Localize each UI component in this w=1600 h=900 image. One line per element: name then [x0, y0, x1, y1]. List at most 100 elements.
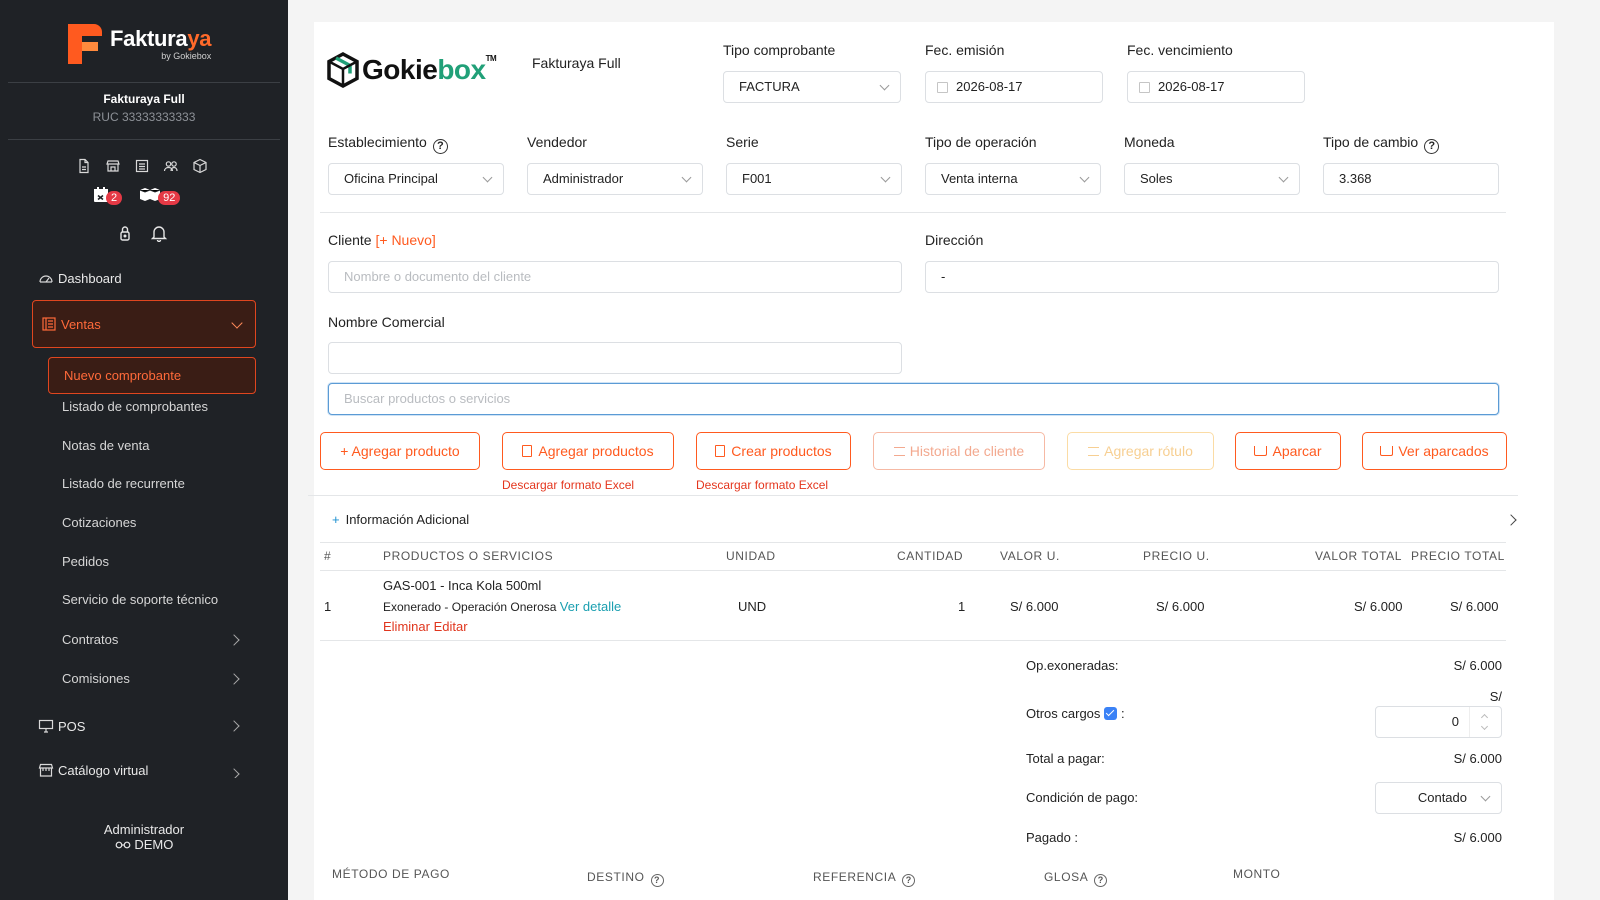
sidebar-item-catalogo-virtual[interactable]: Catálogo virtual [0, 762, 288, 778]
row-valor-total: S/ 6.000 [1354, 599, 1403, 614]
otros-cargos-checkbox[interactable] [1104, 707, 1118, 720]
otros-cargos-stepper[interactable]: 0 [1375, 706, 1502, 738]
table-divider [320, 542, 1506, 543]
sidebar-item-label: POS [58, 718, 86, 734]
moneda-select[interactable]: Soles [1124, 163, 1300, 195]
descargar-excel-link[interactable]: Descargar formato Excel [502, 478, 634, 492]
fakturaya-logo-icon [68, 24, 102, 64]
fecha-emision-input[interactable]: 2026-08-17 [925, 71, 1103, 103]
ledger-icon [41, 317, 57, 331]
condicion-pago-select[interactable]: Contado [1375, 782, 1502, 814]
help-icon[interactable]: ? [1424, 139, 1440, 154]
shop-icon [38, 763, 54, 777]
cliente-label: Cliente [+ Nuevo] [328, 232, 436, 248]
sidebar-item-cotizaciones[interactable]: Cotizaciones [0, 511, 288, 535]
col-header-referencia: REFERENCIA? [813, 870, 916, 887]
user-name: Administrador [103, 822, 185, 837]
aparcar-button[interactable]: Aparcar [1235, 432, 1341, 470]
direccion-label: Dirección [925, 232, 984, 248]
ver-detalle-link[interactable]: Ver detalle [560, 599, 621, 614]
help-icon[interactable]: ? [432, 139, 448, 154]
quick-access-icons [76, 158, 208, 174]
agregar-rotulo-button[interactable]: Agregar rótulo [1067, 432, 1214, 470]
tipo-cambio-input[interactable]: 3.368 [1323, 163, 1499, 195]
sidebar-item-contratos[interactable]: Contratos [0, 628, 288, 652]
total-pagar-value: S/ 6.000 [1453, 751, 1502, 766]
plan-name: Fakturaya Full [532, 55, 621, 71]
col-header-valor-total: VALOR TOTAL [1315, 549, 1403, 563]
chevron-down-icon [1480, 791, 1491, 802]
chevron-right-icon[interactable] [1505, 514, 1517, 526]
tipo-operacion-label: Tipo de operación [925, 134, 1037, 150]
tipo-comprobante-select[interactable]: FACTURA [723, 71, 901, 103]
establecimiento-select[interactable]: Oficina Principal [328, 163, 504, 195]
chevron-right-icon [228, 768, 240, 778]
sidebar-item-nuevo-comprobante[interactable]: Nuevo comprobante [48, 357, 256, 394]
document-icon[interactable] [76, 158, 92, 174]
agregar-producto-button[interactable]: + Agregar producto [320, 432, 480, 470]
moneda-label: Moneda [1124, 134, 1175, 150]
establecimiento-label: Establecimiento? [328, 134, 448, 154]
col-header-index: # [324, 549, 332, 563]
descargar-excel-link[interactable]: Descargar formato Excel [696, 478, 828, 492]
editar-link[interactable]: Editar [434, 619, 468, 634]
current-user[interactable]: Administrador DEMO [0, 822, 288, 852]
sidebar-item-comisiones[interactable]: Comisiones [0, 667, 288, 691]
sidebar-item-pedidos[interactable]: Pedidos [0, 550, 288, 574]
list-icon[interactable] [134, 158, 150, 173]
informacion-adicional-toggle[interactable]: + Información Adicional [332, 512, 469, 527]
calendar-badge-group[interactable]: 2 [92, 186, 123, 209]
boxes-badge-group[interactable]: 92 [138, 186, 181, 209]
buscar-productos-input[interactable]: Buscar productos o servicios [328, 383, 1499, 415]
crear-productos-button[interactable]: Crear productos [696, 432, 851, 470]
user-actions [118, 224, 168, 247]
sidebar-item-pos[interactable]: POS [0, 714, 288, 738]
chevron-down-icon [681, 172, 692, 183]
lock-icon[interactable] [118, 224, 132, 247]
sidebar-item-listado-recurrente[interactable]: Listado de recurrente [0, 472, 288, 496]
arrow-up-icon[interactable] [1480, 713, 1489, 722]
arrow-down-icon[interactable] [1480, 722, 1489, 731]
agregar-productos-button[interactable]: Agregar productos [502, 432, 674, 470]
sidebar-divider [8, 139, 280, 140]
cart-icon [1380, 446, 1394, 456]
tipo-operacion-select[interactable]: Venta interna [925, 163, 1101, 195]
bell-icon[interactable] [150, 224, 168, 247]
sidebar-item-dashboard[interactable]: Dashboard [0, 266, 288, 290]
help-icon[interactable]: ? [902, 874, 916, 887]
col-header-glosa: GLOSA? [1044, 870, 1108, 887]
fakturaya-logo[interactable]: Fakturaya by Gokiebox [68, 24, 212, 64]
col-header-unidad: UNIDAD [726, 549, 776, 563]
sidebar-item-soporte-tecnico[interactable]: Servicio de soporte técnico [0, 588, 288, 612]
vendedor-select[interactable]: Administrador [527, 163, 703, 195]
sidebar-item-listado-comprobantes[interactable]: Listado de comprobantes [0, 395, 288, 419]
file-icon [715, 445, 726, 457]
store-icon[interactable] [105, 158, 121, 172]
direccion-input[interactable]: - [925, 261, 1499, 293]
row-precio-u: S/ 6.000 [1156, 599, 1205, 614]
total-pagar-label: Total a pagar: [1026, 751, 1105, 766]
gauge-icon [38, 271, 54, 285]
help-icon[interactable]: ? [1094, 874, 1108, 887]
cliente-input[interactable]: Nombre o documento del cliente [328, 261, 902, 293]
eliminar-link[interactable]: Eliminar [383, 619, 430, 634]
chevron-right-icon [228, 720, 240, 732]
col-header-cantidad: CANTIDAD [897, 549, 964, 563]
serie-select[interactable]: F001 [726, 163, 902, 195]
sidebar-item-ventas[interactable]: Ventas [32, 300, 256, 348]
help-icon[interactable]: ? [650, 874, 664, 887]
col-header-metodo-pago: MÉTODO DE PAGO [332, 867, 450, 881]
historial-cliente-button[interactable]: Historial de cliente [873, 432, 1045, 470]
sidebar-item-notas-venta[interactable]: Notas de venta [0, 434, 288, 458]
table-divider [320, 570, 1506, 571]
col-header-monto: MONTO [1233, 867, 1281, 881]
box-icon[interactable] [192, 158, 208, 174]
nuevo-cliente-link[interactable]: [+ Nuevo] [375, 232, 435, 248]
table-divider [320, 640, 1506, 641]
nombre-comercial-input[interactable] [328, 342, 902, 374]
users-icon[interactable] [163, 158, 179, 172]
ver-aparcados-button[interactable]: Ver aparcados [1362, 432, 1507, 470]
fecha-vencimiento-input[interactable]: 2026-08-17 [1127, 71, 1305, 103]
row-qty: 1 [958, 599, 966, 614]
brand-name: GokieboxTM [362, 54, 497, 85]
